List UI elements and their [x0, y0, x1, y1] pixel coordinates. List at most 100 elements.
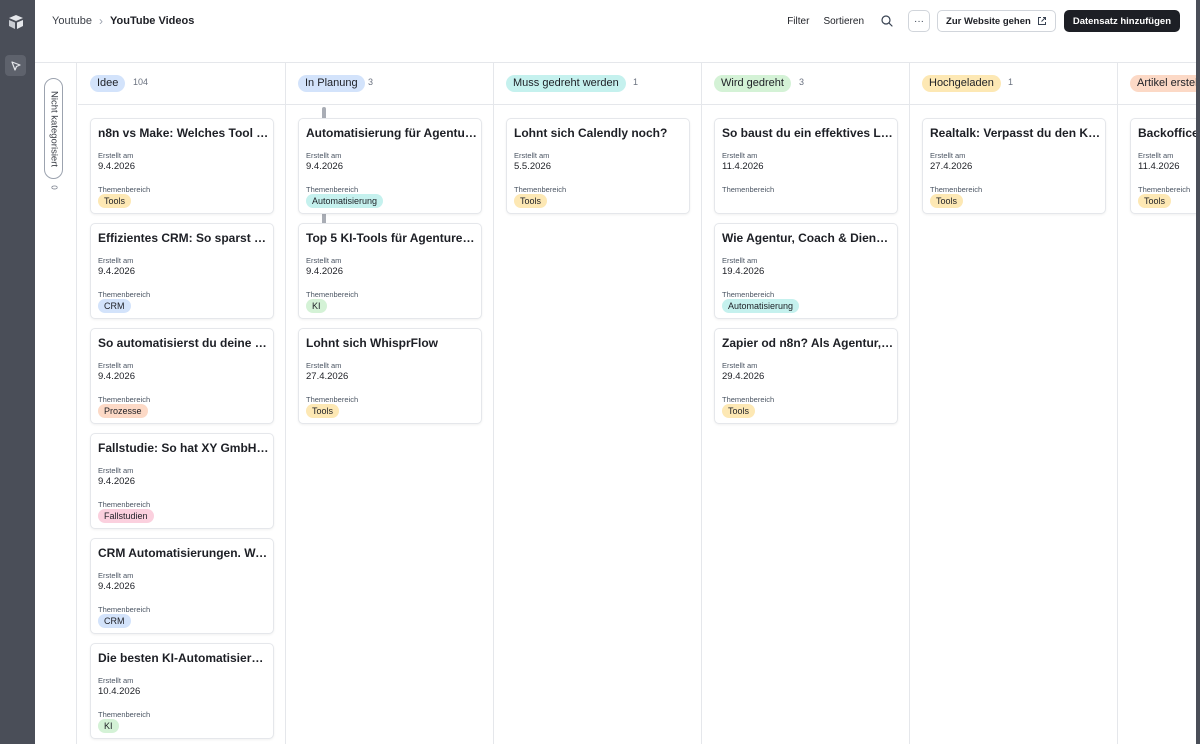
topic-tag: CRM	[98, 299, 131, 313]
created-label: Erstellt am	[930, 151, 966, 160]
created-value: 9.4.2026	[306, 266, 343, 277]
card-title: Effizientes CRM: So sparst du Zeit	[98, 231, 270, 245]
record-card[interactable]: So baust du ein effektives Leadsystem Ers…	[714, 118, 898, 214]
card-title: Realtalk: Verpasst du den KI-Zug?	[930, 126, 1102, 140]
toolbar: Filter Sortieren ··· Zur Website gehen D…	[773, 10, 1180, 32]
created-value: 9.4.2026	[98, 371, 135, 382]
interface-nav-button[interactable]	[5, 55, 26, 76]
breadcrumb: Youtube › YouTube Videos	[52, 14, 194, 28]
topic-tag: KI	[98, 719, 119, 733]
column-title: In Planung	[298, 75, 365, 92]
topic-label: Themenbereich	[306, 395, 359, 404]
topic-tag: Tools	[930, 194, 964, 208]
cursor-arrow-icon	[10, 60, 21, 71]
topic-label: Themenbereich	[98, 395, 151, 404]
card-title: CRM Automatisierungen. Was lohnt sich?	[98, 546, 270, 560]
record-card[interactable]: Fallstudie: So hat XY GmbH 10 Stunden ge…	[90, 433, 274, 529]
created-value: 9.4.2026	[98, 476, 135, 487]
created-value: 9.4.2026	[98, 266, 135, 277]
topic-label: Themenbereich	[930, 185, 983, 194]
record-card[interactable]: Lohnt sich Calendly noch? Erstellt am 5.5.…	[506, 118, 690, 214]
created-value: 19.4.2026	[722, 266, 765, 277]
card-title: Automatisierung für Agenturen in 2026	[306, 126, 478, 140]
column-title: Wird gedreht	[714, 75, 791, 92]
open-website-button[interactable]: Zur Website gehen	[937, 10, 1056, 32]
search-button[interactable]	[880, 14, 894, 28]
column-header[interactable]: Hochgeladen 1	[910, 63, 1117, 105]
app-logo-icon[interactable]	[6, 12, 26, 32]
record-card[interactable]: CRM Automatisierungen. Was lohnt sich? Er…	[90, 538, 274, 634]
column-count: 3	[368, 77, 374, 87]
topic-tag: KI	[306, 299, 327, 313]
topic-tag: Automatisierung	[722, 299, 800, 313]
created-label: Erstellt am	[722, 151, 758, 160]
column-header[interactable]: Idee 104	[78, 63, 285, 105]
topic-tag: Tools	[98, 194, 132, 208]
card-title: Top 5 KI-Tools für Agenturen in 2026	[306, 231, 478, 245]
breadcrumb-base[interactable]: Youtube	[52, 15, 92, 27]
board-column: Muss gedreht werden 1 Lohnt sich Calendly …	[494, 63, 702, 744]
filter-button[interactable]: Filter	[787, 16, 809, 27]
record-card[interactable]: Top 5 KI-Tools für Agenturen in 2026 Erst…	[298, 223, 482, 319]
created-value: 5.5.2026	[514, 161, 551, 172]
topic-tag: Tools	[722, 404, 756, 418]
column-count: 104	[133, 77, 149, 87]
card-title: So automatisierst du deine Leadgenerieru…	[98, 336, 270, 350]
add-record-button[interactable]: Datensatz hinzufügen	[1063, 10, 1180, 32]
topic-tag: Prozesse	[98, 404, 148, 418]
record-card[interactable]: Automatisierung für Agenturen in 2026 Ers…	[298, 118, 482, 214]
record-card[interactable]: Effizientes CRM: So sparst du Zeit Erstel…	[90, 223, 274, 319]
uncategorized-toggle[interactable]: Nicht kategorisiert	[44, 78, 63, 179]
topic-tag: Tools	[1138, 194, 1172, 208]
created-label: Erstellt am	[306, 151, 342, 160]
created-value: 9.4.2026	[306, 161, 343, 172]
card-title: Fallstudie: So hat XY GmbH 10 Stunden ge…	[98, 441, 270, 455]
topic-label: Themenbereich	[1138, 185, 1191, 194]
created-label: Erstellt am	[514, 151, 550, 160]
uncategorized-count-text: 0	[49, 184, 59, 190]
card-title: Die besten KI-Automatisierungen für Agen…	[98, 651, 270, 665]
topic-tag: Tools	[514, 194, 548, 208]
topic-tag: Fallstudien	[98, 509, 154, 523]
record-card[interactable]: Zapier od n8n? Als Agentur, Coach oder D…	[714, 328, 898, 424]
created-label: Erstellt am	[98, 571, 134, 580]
created-label: Erstellt am	[98, 151, 134, 160]
topic-label: Themenbereich	[98, 500, 151, 509]
topic-label: Themenbereich	[306, 290, 359, 299]
column-count: 1	[633, 77, 639, 87]
column-header[interactable]: In Planung 3	[286, 63, 493, 105]
column-header[interactable]: Artikel erstellt1	[1118, 63, 1196, 105]
external-link-icon	[1037, 17, 1046, 25]
top-bar: Youtube › YouTube Videos Filter Sortiere…	[35, 0, 1196, 63]
record-card[interactable]: Lohnt sich WhisprFlow Erstellt am 27.4.202…	[298, 328, 482, 424]
uncategorized-label: Nicht kategorisiert	[48, 90, 59, 167]
open-website-label: Zur Website gehen	[946, 15, 1031, 27]
column-header[interactable]: Muss gedreht werden 1	[494, 63, 701, 105]
card-title: Wie Agentur, Coach & Dienstleister profi…	[722, 231, 894, 245]
record-card[interactable]: Backoffice Erstellt am 11.4.2026 Themenbere…	[1130, 118, 1196, 214]
created-label: Erstellt am	[722, 361, 758, 370]
created-value: 10.4.2026	[98, 686, 141, 697]
column-title: Artikel erstellt	[1130, 75, 1196, 92]
record-card[interactable]: Realtalk: Verpasst du den KI-Zug? Erstell…	[922, 118, 1106, 214]
record-card[interactable]: Die besten KI-Automatisierungen für Agen…	[90, 643, 274, 739]
record-card[interactable]: n8n vs Make: Welches Tool ist besser? Ers…	[90, 118, 274, 214]
more-options-button[interactable]: ···	[908, 10, 931, 32]
topic-label: Themenbereich	[98, 710, 151, 719]
record-card[interactable]: So automatisierst du deine Leadgenerieru…	[90, 328, 274, 424]
chevron-right-icon: ›	[98, 14, 103, 28]
created-label: Erstellt am	[98, 361, 134, 370]
column-count: 3	[799, 77, 805, 87]
board-column: Wird gedreht 3 So baust du ein effektives …	[702, 63, 910, 744]
created-value: 27.4.2026	[306, 371, 349, 382]
app-sidebar	[0, 0, 35, 744]
uncategorized-column: Nicht kategorisiert 0	[35, 63, 77, 744]
sort-button[interactable]: Sortieren	[823, 16, 864, 27]
column-header[interactable]: Wird gedreht 3	[702, 63, 909, 105]
card-title: n8n vs Make: Welches Tool ist besser?	[98, 126, 270, 140]
created-value: 9.4.2026	[98, 581, 135, 592]
topic-label: Themenbereich	[306, 185, 359, 194]
board-column: Hochgeladen 1 Realtalk: Verpasst du den KI…	[910, 63, 1118, 744]
record-card[interactable]: Wie Agentur, Coach & Dienstleister profi…	[714, 223, 898, 319]
topic-label: Themenbereich	[98, 605, 151, 614]
